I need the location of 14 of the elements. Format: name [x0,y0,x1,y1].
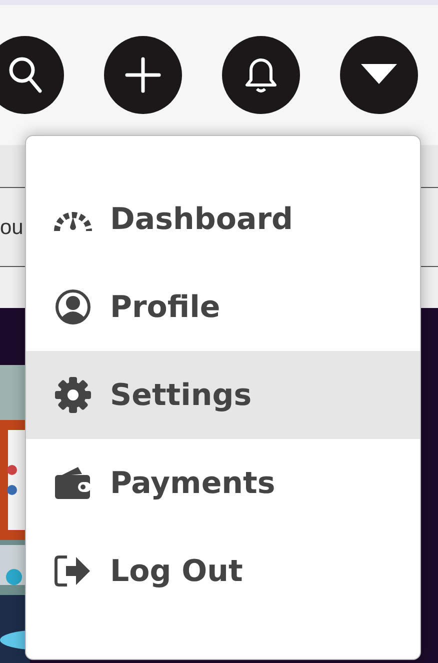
logout-icon [54,554,92,588]
menu-item[interactable]: Dashboard [26,175,420,263]
menu-item[interactable]: Payments [26,439,420,527]
menu-item[interactable]: Profile [26,263,420,351]
wallet-icon [54,466,92,500]
settings-icon [54,376,92,414]
plus-icon [125,57,161,93]
user-icon [54,288,92,326]
search-icon [8,56,42,94]
search-button[interactable] [0,36,64,114]
menu-item[interactable]: Settings [26,351,420,439]
field-text: ou [0,216,24,238]
menu-item[interactable]: Log Out [26,527,420,615]
caret-icon [361,64,397,86]
